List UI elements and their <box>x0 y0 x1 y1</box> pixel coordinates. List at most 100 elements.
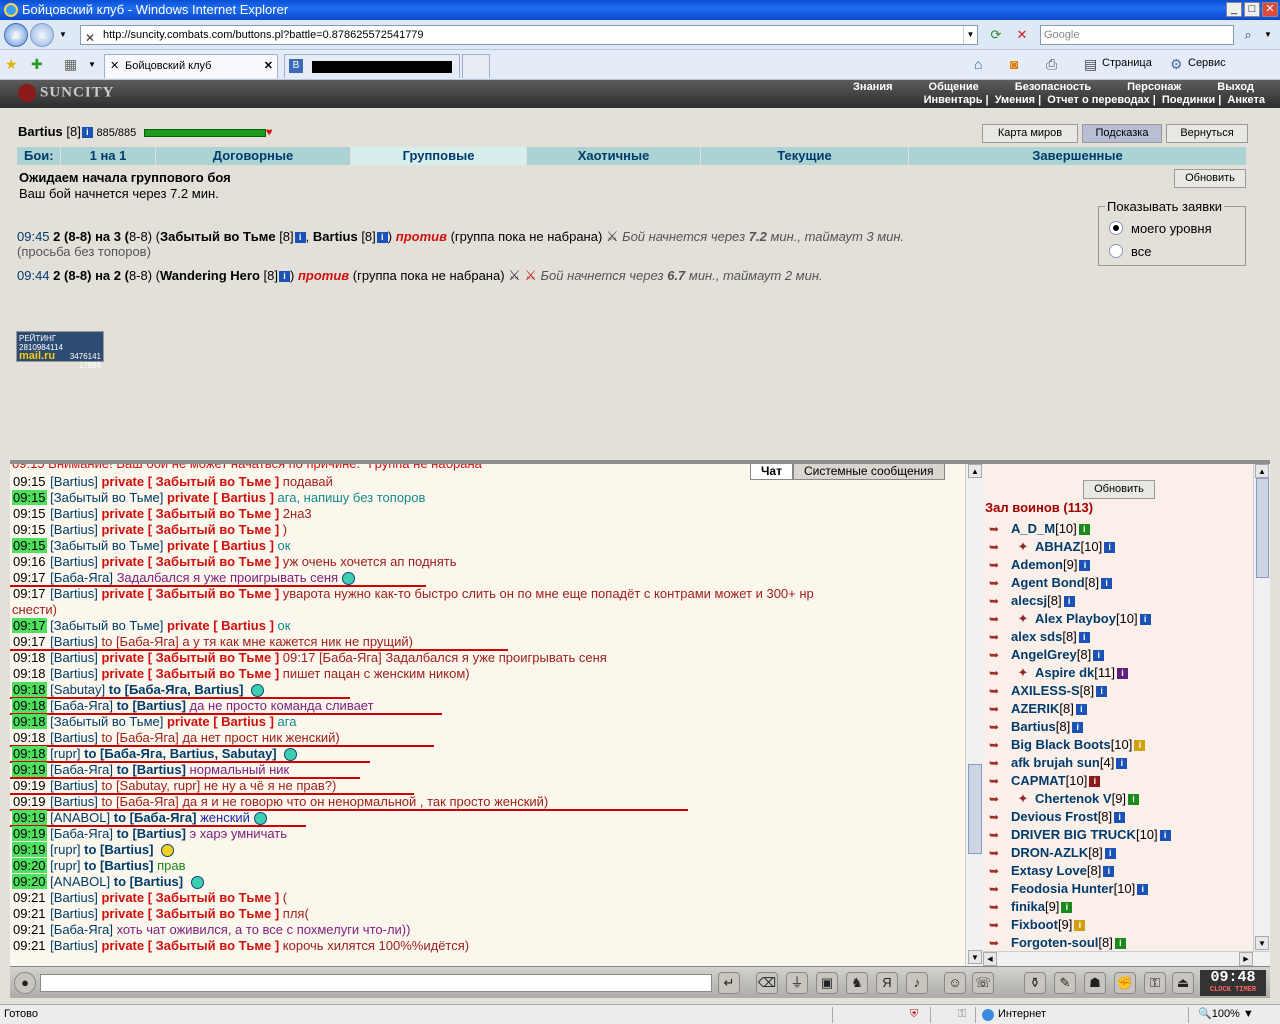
user-item[interactable]: ➥ AngelGrey[8] i <box>989 646 1105 664</box>
chat-timestamp[interactable]: 09:19 <box>12 762 47 777</box>
menu-communication[interactable]: Общение <box>911 81 997 94</box>
user-item[interactable]: ➥ Forgoten-soul[8] i <box>989 934 1126 951</box>
chat-scroll-thumb[interactable] <box>968 764 982 854</box>
private-arrow-icon[interactable]: ➥ <box>989 773 1011 790</box>
chat-timestamp[interactable]: 09:15 <box>12 538 47 553</box>
forward-button[interactable]: → <box>30 23 54 47</box>
info-icon[interactable]: i <box>1114 812 1126 824</box>
chat-timestamp[interactable]: 09:17 <box>12 586 47 601</box>
private-arrow-icon[interactable]: ➥ <box>989 701 1011 718</box>
chat-scroll-up[interactable]: ▲ <box>968 464 982 478</box>
chat-nick[interactable]: [rupr] <box>50 842 80 857</box>
chat-timestamp[interactable]: 09:20 <box>12 858 47 873</box>
user-name[interactable]: Extasy Love <box>1011 863 1087 878</box>
user-item[interactable]: ➥ afk brujah sun[4] i <box>989 754 1128 772</box>
chat-recipient[interactable]: to [Bartius] <box>117 698 186 713</box>
user-name[interactable]: CAPMAT <box>1011 773 1066 788</box>
chat-nick[interactable]: [Bartius] <box>50 522 98 537</box>
radio-all-label[interactable]: все <box>1131 244 1152 259</box>
info-icon[interactable]: i <box>1093 650 1105 662</box>
info-icon[interactable]: i <box>1078 524 1090 536</box>
chat-nick[interactable]: [Bartius] <box>50 650 98 665</box>
tab-list-dropdown[interactable]: ▼ <box>88 60 96 69</box>
quick-tabs-icon[interactable]: ▦ <box>64 56 77 73</box>
info-icon[interactable]: i <box>376 232 388 244</box>
user-name[interactable]: A_D_M <box>1011 521 1055 536</box>
home-icon[interactable]: ⌂ <box>974 56 982 72</box>
player-link[interactable]: Wandering Hero <box>160 268 260 283</box>
chat-nick[interactable]: [Баба-Яга] <box>50 570 113 585</box>
users-scroll-left[interactable]: ◀ <box>983 952 997 966</box>
return-button[interactable]: Вернуться <box>1166 124 1248 143</box>
private-arrow-icon[interactable]: ➥ <box>989 665 1011 682</box>
hint-button[interactable]: Подсказка <box>1082 124 1162 143</box>
user-item[interactable]: ➥ CAPMAT[10] i <box>989 772 1101 790</box>
fist-icon[interactable]: ✊ <box>1114 972 1136 994</box>
private-arrow-icon[interactable]: ➥ <box>989 827 1011 844</box>
tab-active[interactable]: ✕ Бойцовский клуб ✕ <box>104 54 278 78</box>
tab-chaotic[interactable]: Хаотичные <box>527 147 701 165</box>
maximize-button[interactable]: □ <box>1244 2 1260 17</box>
user-item[interactable]: ➥ Feodosia Hunter[10] i <box>989 880 1149 898</box>
info-icon[interactable]: i <box>1089 776 1101 788</box>
chat-nick[interactable]: [Bartius] <box>50 794 98 809</box>
chat-timestamp[interactable]: 09:17 <box>12 618 47 633</box>
user-name[interactable]: DRIVER BIG TRUCK <box>1011 827 1136 842</box>
user-name[interactable]: DRON-AZLK <box>1011 845 1088 860</box>
chat-timestamp[interactable]: 09:19 <box>12 794 47 809</box>
submenu-inventory[interactable]: Инвентарь <box>921 94 986 106</box>
smile-icon[interactable]: ☺ <box>944 972 966 994</box>
user-item[interactable]: ➥ A_D_M[10] i <box>989 520 1090 538</box>
service-menu[interactable]: Сервис <box>1188 57 1226 69</box>
private-arrow-icon[interactable]: ➥ <box>989 809 1011 826</box>
exit-icon[interactable]: ⏏ <box>1172 972 1194 994</box>
chat-timestamp[interactable]: 09:18 <box>12 682 47 697</box>
chat-timestamp[interactable]: 09:18 <box>12 666 47 681</box>
hero-name[interactable]: Bartius <box>18 124 63 139</box>
feeds-icon[interactable]: ◙ <box>1010 56 1018 72</box>
chat-recipient[interactable]: private [ Забытый во Тьме ] <box>101 506 279 521</box>
crossed-swords-red-icon[interactable]: ⚔ <box>524 267 537 283</box>
chat-nick[interactable]: [Баба-Яга] <box>50 922 113 937</box>
chat-nick[interactable]: [Забытый во Тьме] <box>50 538 163 553</box>
chat-nick[interactable]: [rupr] <box>50 746 80 761</box>
info-icon[interactable]: i <box>1104 848 1116 860</box>
filter-icon[interactable]: ⏚ <box>786 972 808 994</box>
chat-timestamp[interactable]: 09:21 <box>12 890 47 905</box>
user-item[interactable]: ➥ ✦ Aspire dk[11] i <box>989 664 1128 682</box>
chat-nick[interactable]: [Баба-Яга] <box>50 826 113 841</box>
eraser-icon[interactable]: ⌫ <box>756 972 778 994</box>
player-link[interactable]: Bartius <box>313 229 358 244</box>
info-icon[interactable]: i <box>1079 560 1091 572</box>
chat-recipient[interactable]: to [Баба-Яга] <box>101 794 178 809</box>
stop-icon[interactable]: ✕ <box>1012 25 1032 45</box>
info-icon[interactable]: i <box>1128 794 1140 806</box>
menu-exit[interactable]: Выход <box>1199 81 1272 94</box>
user-name[interactable]: Aspire dk <box>1035 665 1094 680</box>
send-icon[interactable]: ↵ <box>718 972 740 994</box>
crossed-swords-icon[interactable]: ⚔ <box>606 228 619 244</box>
chat-recipient[interactable]: private [ Забытый во Тьме ] <box>101 522 279 537</box>
user-item[interactable]: ➥ finika[9] i <box>989 898 1073 916</box>
user-name[interactable]: alecsj <box>1011 593 1047 608</box>
chat-recipient[interactable]: private [ Bartius ] <box>167 618 274 633</box>
submenu-profile[interactable]: Анкета <box>1224 94 1268 106</box>
crossed-swords-icon[interactable]: ⚔ <box>508 267 521 283</box>
user-item[interactable]: ➥ ✦ Alex Playboy[10] i <box>989 610 1151 628</box>
tab-1v1[interactable]: 1 на 1 <box>61 147 156 165</box>
world-map-button[interactable]: Карта миров <box>982 124 1078 143</box>
menu-knowledge[interactable]: Знания <box>835 81 910 94</box>
info-icon[interactable]: i <box>1072 722 1084 734</box>
private-arrow-icon[interactable]: ➥ <box>989 683 1011 700</box>
tab-second[interactable]: B <box>284 54 460 78</box>
submenu-duels[interactable]: Поединки <box>1159 94 1218 106</box>
private-arrow-icon[interactable]: ➥ <box>989 521 1011 538</box>
user-name[interactable]: Ademon <box>1011 557 1063 572</box>
submenu-transfers[interactable]: Отчет о переводах <box>1044 94 1153 106</box>
search-options-dropdown[interactable]: ▼ <box>1258 25 1278 45</box>
chat-timestamp[interactable]: 09:18 <box>12 730 47 745</box>
player-link[interactable]: Забытый во Тьме <box>160 229 276 244</box>
private-arrow-icon[interactable]: ➥ <box>989 791 1011 808</box>
chat-timestamp[interactable]: 09:20 <box>12 874 47 889</box>
info-icon[interactable]: i <box>1061 902 1073 914</box>
